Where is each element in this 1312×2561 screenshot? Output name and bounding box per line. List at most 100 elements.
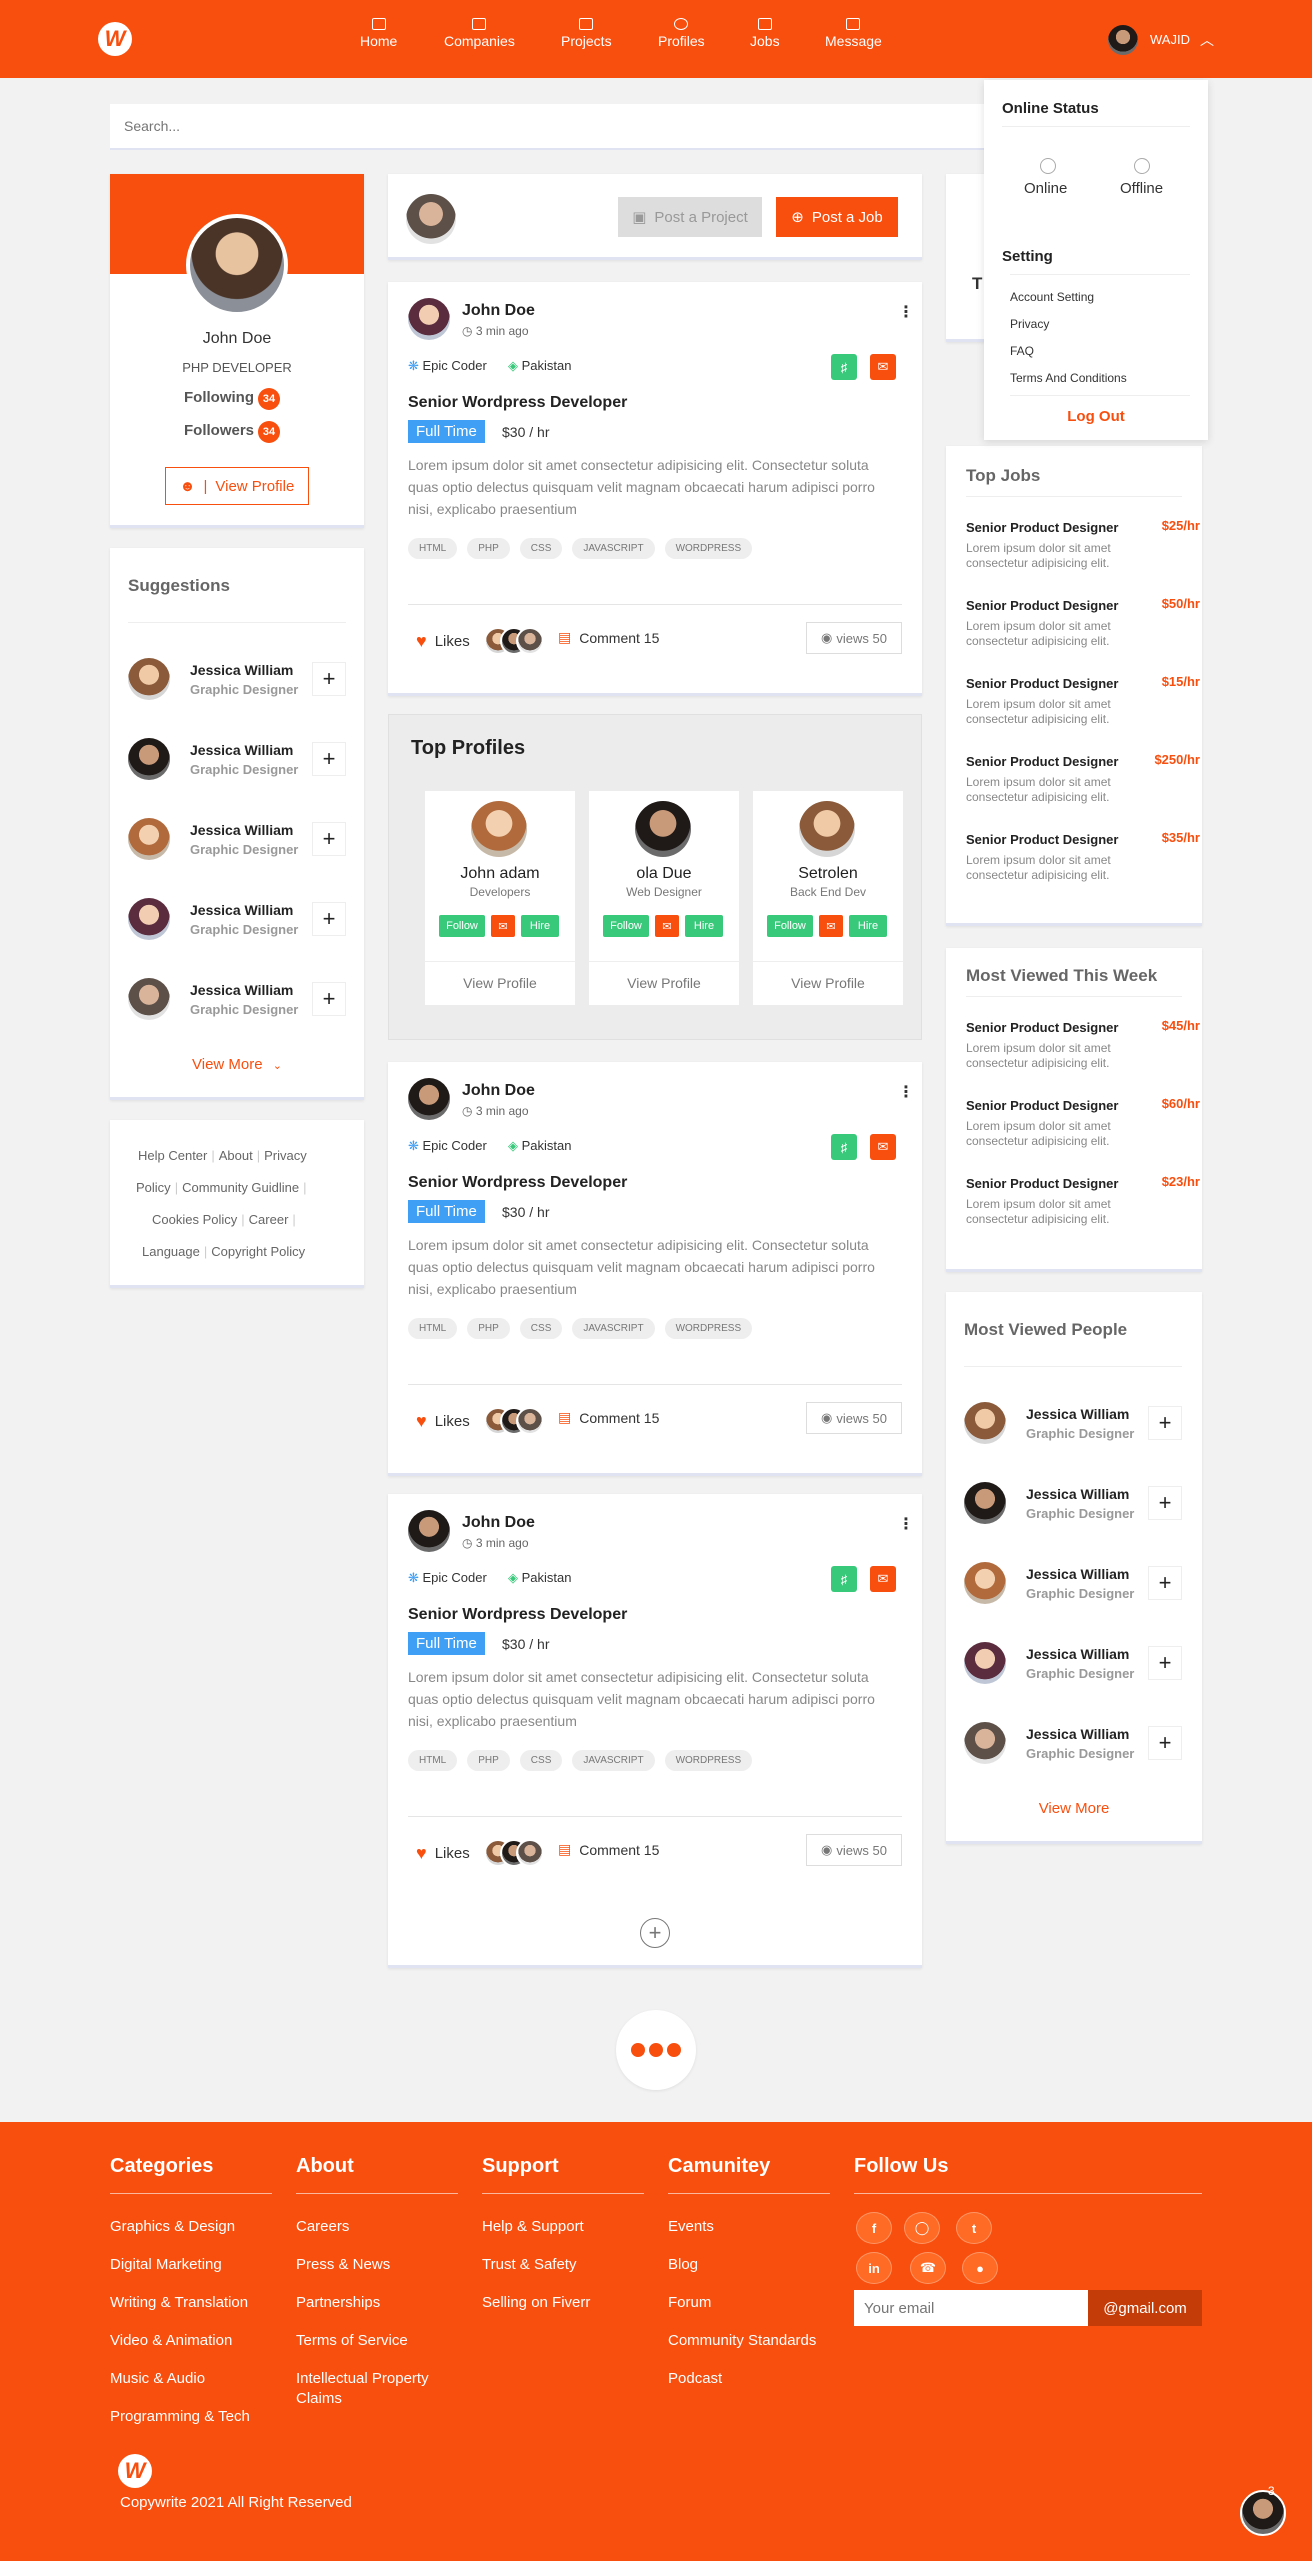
add-person-button[interactable]: + — [1148, 1486, 1182, 1520]
skill-tag[interactable]: WORDPRESS — [664, 1318, 753, 1339]
job-item[interactable]: Senior Product Designer $60/hr Lorem ipsum… — [966, 1096, 1200, 1149]
nav-jobs[interactable]: Jobs — [750, 18, 780, 49]
more-options-icon[interactable]: ⋮ — [898, 1514, 914, 1534]
envelope-icon[interactable]: ✉ — [819, 915, 843, 937]
footer-link[interactable]: Video & Animation — [110, 2331, 270, 2351]
job-item[interactable]: Senior Product Designer $25/hr Lorem ipsum… — [966, 518, 1200, 571]
job-item[interactable]: Senior Product Designer $15/hr Lorem ipsum… — [966, 674, 1200, 727]
link-cookies[interactable]: Cookies Policy — [152, 1212, 237, 1227]
post-author-avatar[interactable] — [408, 1078, 450, 1120]
person-avatar[interactable] — [964, 1642, 1006, 1684]
twitter-icon[interactable]: t — [956, 2212, 992, 2244]
profile-tile-name[interactable]: John adam — [425, 865, 575, 883]
add-person-button[interactable]: + — [312, 902, 346, 936]
follow-button[interactable]: Follow — [439, 915, 485, 937]
footer-link[interactable]: Selling on Fiverr — [482, 2293, 642, 2313]
email-field[interactable] — [854, 2290, 1088, 2326]
profile-tile-view-button[interactable]: View Profile — [753, 975, 903, 991]
person-name[interactable]: Jessica William — [190, 982, 293, 998]
comment-button[interactable]: ▤ Comment 15 — [558, 1409, 659, 1426]
link-language[interactable]: Language — [142, 1244, 200, 1259]
person-name[interactable]: Jessica William — [1026, 1646, 1129, 1662]
instagram-icon[interactable]: ◯ — [904, 2212, 940, 2244]
job-title[interactable]: Senior Product Designer — [966, 676, 1186, 691]
post-author-name[interactable]: John Doe — [462, 1082, 535, 1100]
hire-button[interactable]: Hire — [685, 915, 723, 937]
footer-link[interactable]: Forum — [668, 2293, 828, 2313]
skill-tag[interactable]: HTML — [408, 1318, 458, 1339]
job-item[interactable]: Senior Product Designer $50/hr Lorem ipsum… — [966, 596, 1200, 649]
link-policy[interactable]: Policy — [136, 1180, 171, 1195]
skill-tag[interactable]: PHP — [467, 1750, 510, 1771]
person-avatar[interactable] — [964, 1562, 1006, 1604]
skill-tag[interactable]: JAVASCRIPT — [572, 538, 655, 559]
link-copyright[interactable]: Copyright Policy — [211, 1244, 305, 1259]
nav-projects[interactable]: Projects — [561, 18, 612, 49]
add-person-button[interactable]: + — [312, 742, 346, 776]
person-avatar[interactable] — [128, 978, 170, 1020]
job-title[interactable]: Senior Product Designer — [966, 1176, 1186, 1191]
link-career[interactable]: Career — [249, 1212, 289, 1227]
profile-tile-name[interactable]: ola Due — [589, 865, 739, 883]
envelope-icon[interactable]: ✉ — [870, 1566, 896, 1592]
job-title[interactable]: Senior Product Designer — [966, 754, 1186, 769]
add-person-button[interactable]: + — [1148, 1566, 1182, 1600]
profile-tile-avatar[interactable] — [471, 801, 527, 857]
profile-tile-view-button[interactable]: View Profile — [589, 975, 739, 991]
menu-privacy[interactable]: Privacy — [1010, 317, 1049, 331]
reddit-icon[interactable]: ● — [962, 2252, 998, 2284]
view-more-button[interactable]: View More ⌄ — [110, 1056, 364, 1073]
footer-link[interactable]: Blog — [668, 2255, 828, 2275]
profile-tile-name[interactable]: Setrolen — [753, 865, 903, 883]
post-job-button[interactable]: ⊕ Post a Job — [776, 197, 898, 237]
bookmark-icon[interactable]: ♯ — [831, 354, 857, 380]
person-avatar[interactable] — [128, 818, 170, 860]
envelope-icon[interactable]: ✉ — [870, 354, 896, 380]
post-project-button[interactable]: ▣ Post a Project — [618, 197, 762, 237]
logo-icon[interactable]: W — [98, 22, 132, 56]
person-avatar[interactable] — [964, 1722, 1006, 1764]
nav-message[interactable]: Message — [825, 18, 882, 49]
add-person-button[interactable]: + — [312, 822, 346, 856]
likes-button[interactable]: ♥ Likes — [416, 1839, 544, 1867]
person-avatar[interactable] — [964, 1482, 1006, 1524]
job-title[interactable]: Senior Product Designer — [966, 598, 1186, 613]
comment-button[interactable]: ▤ Comment 15 — [558, 629, 659, 646]
footer-link[interactable]: Events — [668, 2217, 828, 2237]
skill-tag[interactable]: HTML — [408, 1750, 458, 1771]
linkedin-icon[interactable]: in — [856, 2252, 892, 2284]
follow-button[interactable]: Follow — [767, 915, 813, 937]
person-avatar[interactable] — [128, 738, 170, 780]
whatsapp-icon[interactable]: ☎ — [910, 2252, 946, 2284]
link-about[interactable]: About — [219, 1148, 253, 1163]
nav-companies[interactable]: Companies — [444, 18, 515, 49]
footer-link[interactable]: Digital Marketing — [110, 2255, 270, 2275]
person-name[interactable]: Jessica William — [1026, 1406, 1129, 1422]
person-avatar[interactable] — [128, 658, 170, 700]
logout-button[interactable]: Log Out — [984, 408, 1208, 425]
post-job-title[interactable]: Senior Wordpress Developer — [408, 1174, 627, 1192]
skill-tag[interactable]: JAVASCRIPT — [572, 1318, 655, 1339]
profile-tile-view-button[interactable]: View Profile — [425, 975, 575, 991]
envelope-icon[interactable]: ✉ — [491, 915, 515, 937]
add-person-button[interactable]: + — [312, 662, 346, 696]
person-name[interactable]: Jessica William — [1026, 1566, 1129, 1582]
chat-avatar[interactable] — [1240, 2490, 1286, 2536]
profile-tile-avatar[interactable] — [799, 801, 855, 857]
skill-tag[interactable]: WORDPRESS — [664, 1750, 753, 1771]
footer-link[interactable]: Partnerships — [296, 2293, 456, 2313]
chevron-up-icon[interactable]: ︿ — [1200, 30, 1214, 50]
more-options-icon[interactable]: ⋮ — [898, 1082, 914, 1102]
link-help-center[interactable]: Help Center — [138, 1148, 207, 1163]
footer-link[interactable]: Trust & Safety — [482, 2255, 642, 2275]
job-item[interactable]: Senior Product Designer $250/hr Lorem ipsu… — [966, 752, 1200, 805]
hire-button[interactable]: Hire — [521, 915, 559, 937]
nav-profiles[interactable]: Profiles — [658, 18, 705, 49]
skill-tag[interactable]: CSS — [519, 1318, 563, 1339]
skill-tag[interactable]: CSS — [519, 1750, 563, 1771]
follow-button[interactable]: Follow — [603, 915, 649, 937]
email-subscribe-button[interactable]: @gmail.com — [1088, 2290, 1202, 2326]
post-author-avatar[interactable] — [408, 1510, 450, 1552]
footer-link[interactable]: Careers — [296, 2217, 456, 2237]
person-name[interactable]: Jessica William — [1026, 1726, 1129, 1742]
